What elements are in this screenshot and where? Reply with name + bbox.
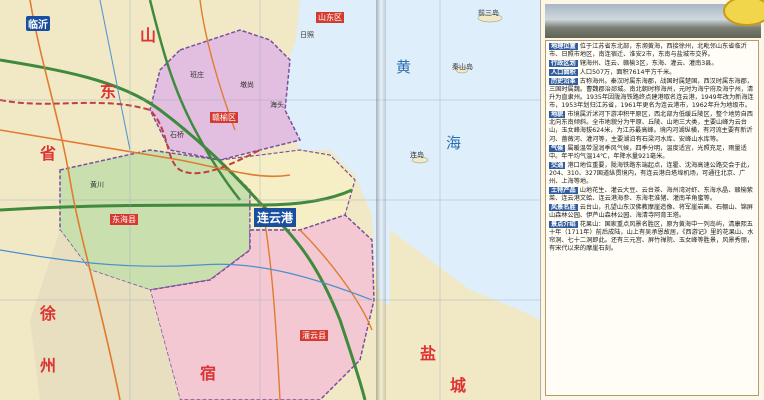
map-area[interactable]: 临沂 山东区 赣榆区 东海县 灌云县 连云港 黄 海 山 东 省 徐 州 宿 盐… (0, 0, 540, 400)
info-panel: 地理位置 位于江苏省东北部，东濒黄海，西接徐州，北毗邻山东省临沂市、日照市地区，南… (540, 0, 764, 400)
district-label-shandong: 山东区 (316, 12, 344, 23)
map-graphic (0, 0, 540, 400)
province-char: 东 (100, 82, 117, 101)
province-char: 徐 (40, 304, 57, 323)
city-label-linyi[interactable]: 临沂 (26, 16, 50, 31)
book-fold (376, 0, 386, 400)
section-location: 地理位置 位于江苏省东北部，东濒黄海，西接徐州，北毗邻山东省临沂市、日照市地区，南… (549, 43, 747, 59)
sea-label-huang: 黄 (396, 58, 412, 76)
province-char: 省 (40, 144, 57, 163)
town-label: 秦山岛 (452, 63, 473, 71)
province-char: 盐 (420, 344, 437, 363)
info-panel-body: 地理位置 位于江苏省东北部，东濒黄海，西接徐州，北毗邻山东省临沂市、日照市地区，南… (545, 40, 759, 396)
section-admin: 行政区划 辖海州、连云、赣榆3区，东海、灌云、灌南3县。 (549, 60, 718, 68)
section-population: 人口面积 人口507万，面积7614平方千米。 (549, 69, 676, 77)
section-attractions: 景点介绍 花果山：国家重点风景名胜区，原为黄海中一列岛屿，清康熙五十年（1711年… (549, 220, 754, 253)
province-char: 州 (40, 356, 57, 375)
section-landform: 地貌 市境属沂沭河下游冲积平原区，西北部为低缓丘陵区，整个地势自西北向东南倾斜。全… (549, 111, 753, 143)
scenic-photo (545, 0, 764, 38)
town-label: 石桥 (170, 131, 184, 139)
city-label-lianyungang[interactable]: 连云港 (254, 208, 297, 227)
province-char: 宿 (200, 364, 217, 383)
town-label: 墩尚 (240, 81, 254, 89)
province-char: 城 (450, 376, 467, 395)
district-label-donghai: 东海县 (110, 214, 138, 225)
district-label-guanyun: 灌云县 (300, 330, 328, 341)
town-label: 日照 (300, 31, 314, 39)
section-scenery: 风景名胜 云台山，孔望山东汉佛教摩崖造像、将军崖岩画、石棚山、锦屏山森林公园、伊芦… (549, 203, 753, 219)
province-char: 山 (140, 26, 157, 45)
town-label: 班庄 (190, 71, 204, 79)
sea-label-hai: 海 (446, 134, 462, 152)
map-badge-icon (723, 0, 764, 26)
town-label: 连岛 (410, 151, 424, 159)
town-label: 前三岛 (478, 9, 499, 17)
section-climate: 气候 属暖温带湿润季风气候，四季分明，温度适宜，光照充足，雨量适中。年平均气温14… (549, 144, 747, 160)
section-products: 土特产品 山地花生、灌云大豆、云台茶、海州湾对虾、东海水晶、赣榆紫菜、连云港文蛤、… (549, 186, 753, 202)
section-history: 历史沿革 古称海州。秦汉时属东海郡，战国时属楚国，西汉时属东海郡，三国时属魏。曹魏… (549, 78, 754, 110)
town-label: 海头 (270, 101, 284, 109)
district-label-ganyu: 赣榆区 (210, 112, 238, 123)
town-label: 黄川 (90, 181, 104, 189)
section-transport: 交通 港口地位重要，陇海铁路东端起点，连霍、沈海高速公路交会于此，204、310、… (549, 161, 753, 185)
